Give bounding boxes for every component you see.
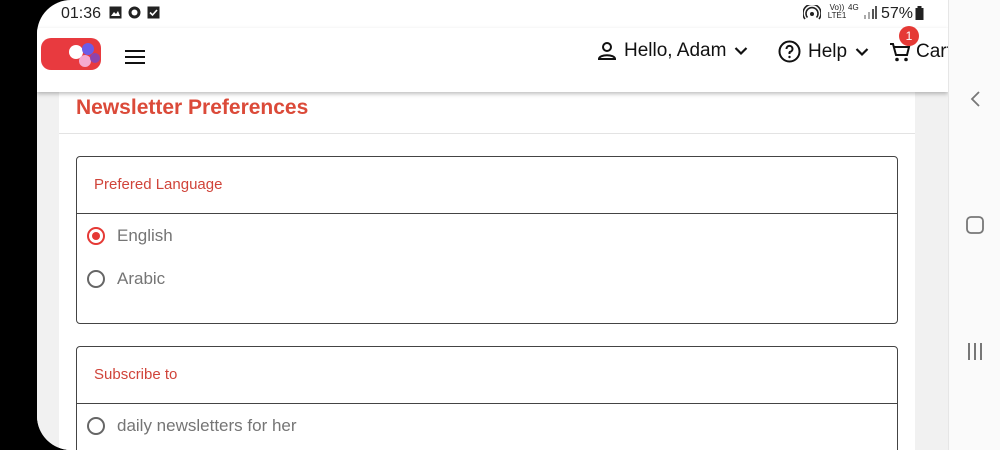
option-label: English bbox=[117, 226, 173, 245]
back-icon[interactable] bbox=[969, 90, 981, 113]
subscribe-group-header: Subscribe to bbox=[77, 347, 897, 404]
account-greeting: Hello, Adam bbox=[624, 40, 727, 61]
app-header: Hello, Adam Help Cart bbox=[37, 28, 948, 92]
recent-apps-icon[interactable] bbox=[966, 343, 984, 365]
language-group: Prefered Language English Arabic bbox=[76, 156, 898, 324]
cart-button[interactable]: Cart bbox=[888, 40, 948, 64]
chevron-down-icon bbox=[734, 46, 748, 56]
option-label: daily newsletters for her bbox=[117, 416, 297, 435]
status-time: 01:36 bbox=[61, 5, 102, 22]
radio-unselected-icon[interactable] bbox=[87, 417, 105, 435]
checkbox-icon bbox=[147, 6, 160, 24]
hotspot-icon bbox=[802, 3, 822, 26]
help-label: Help bbox=[808, 40, 848, 62]
person-icon bbox=[596, 40, 618, 62]
volte-icon: Vo)) LTE1 bbox=[827, 3, 847, 20]
4g-icon: 4G bbox=[848, 3, 859, 12]
cart-label: Cart bbox=[916, 41, 948, 62]
radio-option-arabic[interactable]: Arabic bbox=[87, 269, 165, 289]
help-icon bbox=[778, 40, 801, 63]
option-label: Arabic bbox=[117, 269, 166, 288]
cart-count-badge: 1 bbox=[899, 26, 919, 46]
page-title: Newsletter Preferences bbox=[76, 96, 309, 119]
account-menu[interactable]: Hello, Adam bbox=[596, 40, 748, 62]
battery-percent: 57% bbox=[881, 5, 914, 22]
menu-icon[interactable] bbox=[125, 50, 145, 66]
radio-unselected-icon[interactable] bbox=[87, 270, 105, 288]
radio-option-english[interactable]: English bbox=[87, 226, 173, 246]
help-menu[interactable]: Help bbox=[778, 40, 869, 63]
system-nav-bar bbox=[948, 0, 1000, 450]
status-bar: 01:36 Vo)) LTE1 4G 57% bbox=[37, 0, 948, 28]
subscribe-group: Subscribe to daily newsletters for her bbox=[76, 346, 898, 450]
brand-logo[interactable] bbox=[41, 38, 101, 70]
signal-icon bbox=[863, 6, 877, 24]
whatsapp-icon bbox=[128, 6, 141, 24]
home-icon[interactable] bbox=[966, 216, 984, 239]
newsletter-card: Newsletter Preferences Prefered Language… bbox=[59, 92, 915, 450]
radio-selected-icon[interactable] bbox=[87, 227, 105, 245]
divider bbox=[59, 133, 915, 134]
radio-option-daily-her[interactable]: daily newsletters for her bbox=[87, 416, 297, 436]
language-group-header: Prefered Language bbox=[77, 157, 897, 214]
gallery-icon bbox=[109, 6, 122, 24]
chevron-down-icon bbox=[855, 47, 869, 57]
language-group-title: Prefered Language bbox=[94, 176, 223, 193]
battery-icon bbox=[915, 6, 924, 25]
app-screen: 01:36 Vo)) LTE1 4G 57% Hello, Adam Help … bbox=[37, 0, 948, 450]
subscribe-group-title: Subscribe to bbox=[94, 366, 178, 383]
